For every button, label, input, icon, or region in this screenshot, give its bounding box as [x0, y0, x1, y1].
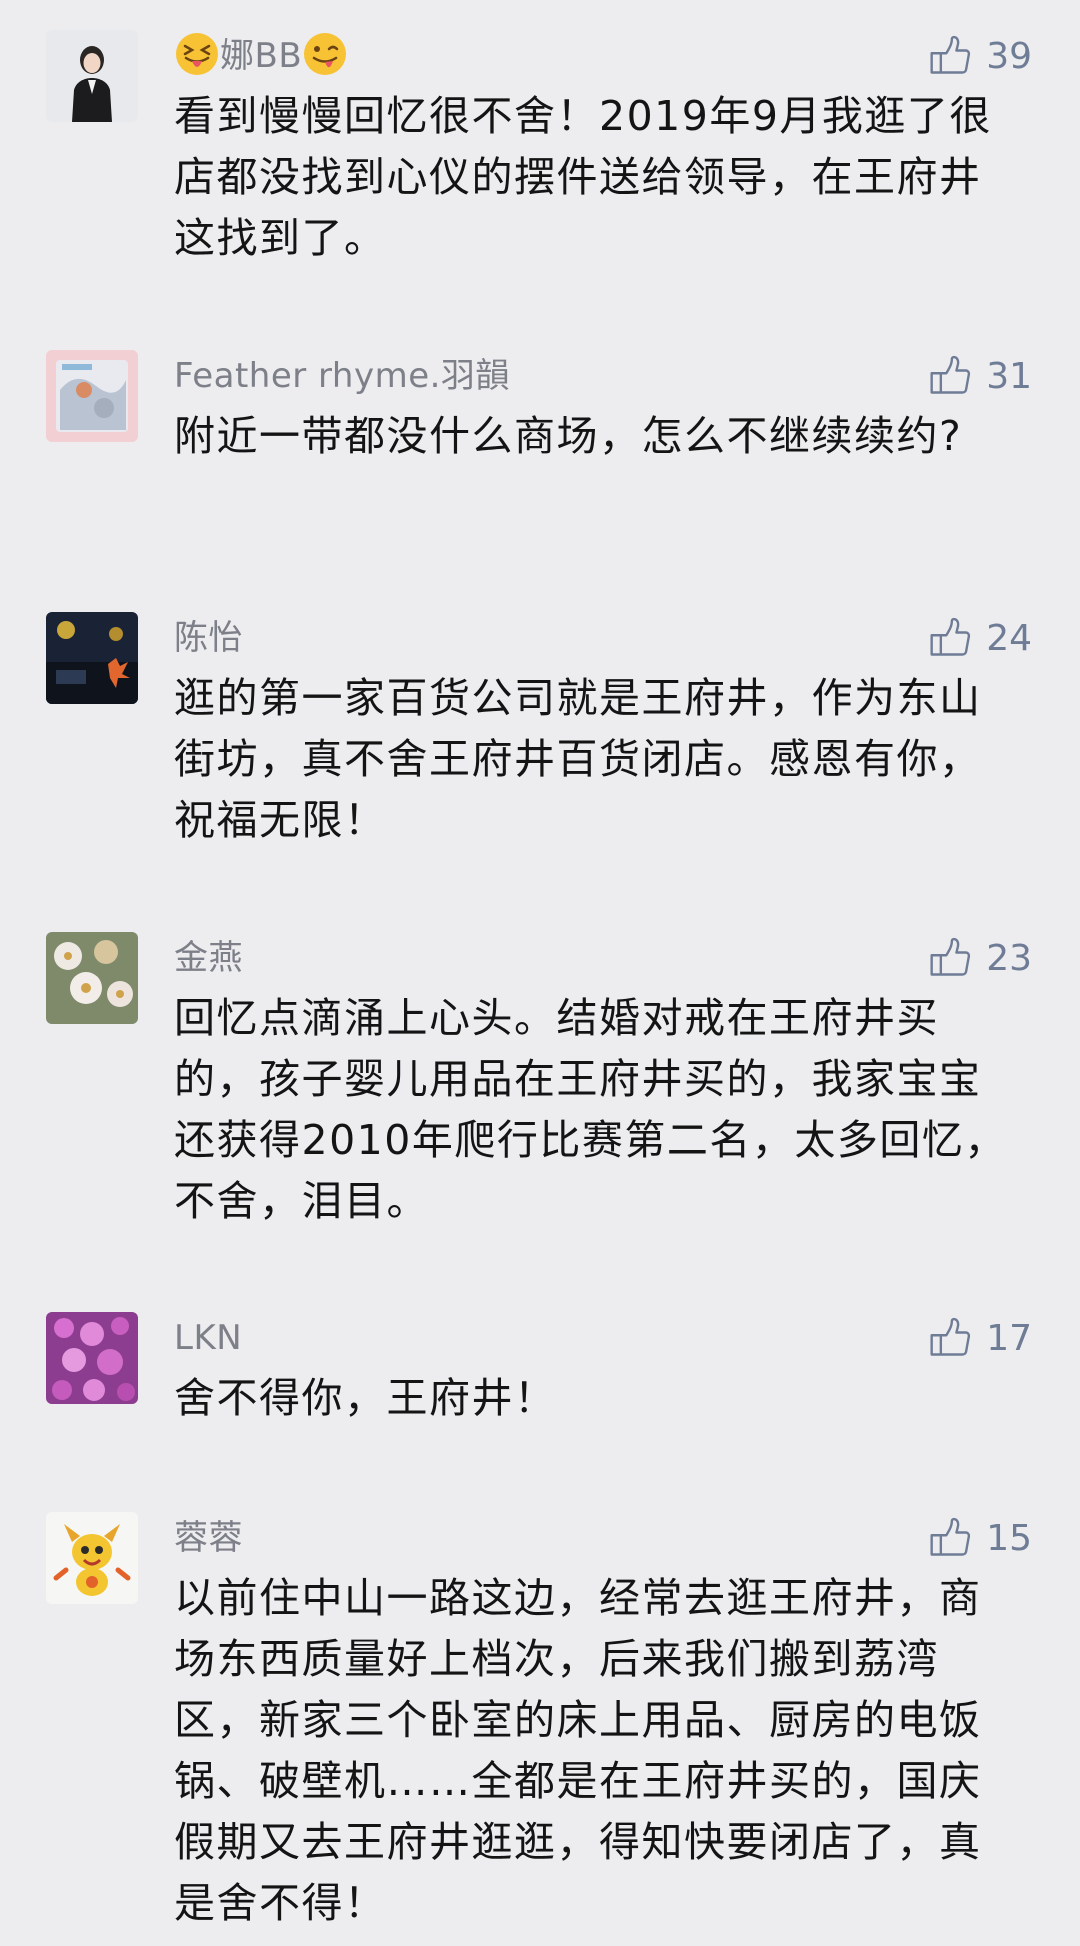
avatar[interactable] — [46, 1512, 138, 1604]
like-count: 24 — [986, 617, 1032, 659]
author-name: 娜BB — [220, 36, 303, 76]
like-button[interactable]: 23 — [928, 932, 1032, 984]
avatar[interactable] — [46, 932, 138, 1024]
avatar[interactable] — [46, 612, 138, 704]
comment-author[interactable]: 蓉蓉 — [174, 1512, 243, 1564]
comment-author[interactable]: Feather rhyme.羽韻 — [174, 350, 510, 402]
author-name: 陈怡 — [174, 618, 243, 658]
thumbs-up-icon — [928, 616, 972, 660]
like-button[interactable]: 31 — [928, 350, 1032, 402]
like-button[interactable]: 39 — [928, 30, 1032, 82]
author-name: LKN — [174, 1318, 243, 1358]
thumbs-up-icon — [928, 34, 972, 78]
like-count: 15 — [986, 1517, 1032, 1559]
comment-text: 附近一带都没什么商场，怎么不继续续约? — [174, 412, 963, 460]
avatar[interactable] — [46, 350, 138, 442]
winking-tongue-emoji-icon — [302, 31, 348, 77]
comment-author[interactable]: 娜BB — [174, 30, 348, 82]
author-name: Feather rhyme.羽韻 — [174, 356, 510, 396]
comment-text: 回忆点滴涌上心头。结婚对戒在王府井买的，孩子婴儿用品在王府井买的，我家宝宝还获得… — [174, 994, 1007, 1225]
squinting-tongue-emoji-icon — [174, 31, 220, 77]
like-count: 23 — [986, 937, 1032, 979]
like-count: 39 — [986, 35, 1032, 77]
comment-text: 看到慢慢回忆很不舍！2019年9月我逛了很店都没找到心仪的摆件送给领导，在王府井… — [174, 92, 992, 262]
like-button[interactable]: 17 — [928, 1312, 1032, 1364]
comment-text: 以前住中山一路这边，经常去逛王府井，商场东西质量好上档次，后来我们搬到荔湾区，新… — [174, 1574, 982, 1927]
like-button[interactable]: 24 — [928, 612, 1032, 664]
comment-text: 舍不得你，王府井！ — [174, 1374, 557, 1422]
thumbs-up-icon — [928, 1516, 972, 1560]
author-name: 蓉蓉 — [174, 1518, 243, 1558]
avatar[interactable] — [46, 30, 138, 122]
like-count: 31 — [986, 355, 1032, 397]
comment-author[interactable]: 陈怡 — [174, 612, 243, 664]
thumbs-up-icon — [928, 354, 972, 398]
comment-author[interactable]: 金燕 — [174, 932, 243, 984]
avatar[interactable] — [46, 1312, 138, 1404]
comment-text: 逛的第一家百货公司就是王府井，作为东山街坊，真不舍王府井百货闭店。感恩有你，祝福… — [174, 674, 982, 844]
comment-author[interactable]: LKN — [174, 1312, 242, 1364]
thumbs-up-icon — [928, 936, 972, 980]
author-name: 金燕 — [174, 938, 243, 978]
like-count: 17 — [986, 1317, 1032, 1359]
like-button[interactable]: 15 — [928, 1512, 1032, 1564]
thumbs-up-icon — [928, 1316, 972, 1360]
